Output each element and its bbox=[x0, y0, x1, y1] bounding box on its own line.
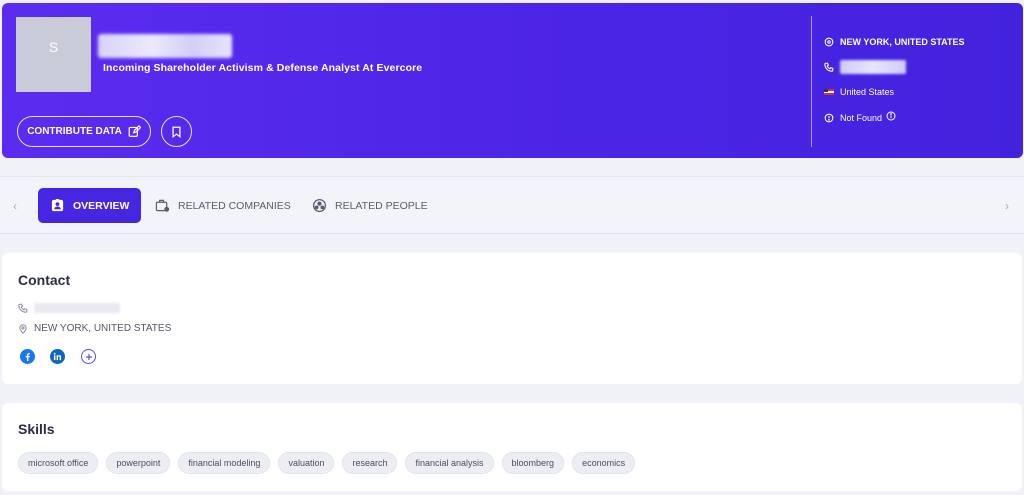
contact-card bbox=[2, 253, 1022, 384]
edit-icon bbox=[128, 125, 141, 137]
linkedin-icon[interactable] bbox=[50, 349, 65, 364]
us-flag-icon bbox=[824, 89, 834, 95]
skills-title: Skills bbox=[18, 421, 55, 437]
tab-overview-label: OVERVIEW bbox=[73, 199, 130, 212]
profile-header: S Incoming Shareholder Activism & Defens… bbox=[2, 3, 1023, 158]
tab-related-people[interactable]: RELATED PEOPLE bbox=[312, 188, 428, 223]
avatar: S bbox=[16, 17, 91, 92]
profile-headline: Incoming Shareholder Activism & Defense … bbox=[103, 62, 423, 74]
header-phone bbox=[824, 60, 906, 74]
header-location: NEW YORK, UNITED STATES bbox=[824, 37, 965, 47]
facebook-icon[interactable] bbox=[20, 349, 35, 364]
skill-chip[interactable]: economics bbox=[572, 452, 636, 474]
skill-chip[interactable]: financial modeling bbox=[178, 452, 271, 474]
contact-phone-redacted bbox=[34, 303, 120, 313]
contact-title: Contact bbox=[18, 272, 71, 288]
location-pin-icon bbox=[19, 323, 27, 334]
info-icon[interactable] bbox=[886, 110, 896, 121]
bookmark-icon bbox=[172, 126, 181, 138]
email-status-text: Not Found bbox=[840, 113, 883, 123]
avatar-initial: S bbox=[48, 38, 59, 55]
contact-location-text: NEW YORK, UNITED STATES bbox=[34, 323, 172, 334]
tab-overview[interactable]: OVERVIEW bbox=[38, 188, 142, 223]
skill-chip[interactable]: research bbox=[342, 452, 398, 474]
contribute-data-label: CONTRIBUTE DATA bbox=[27, 126, 122, 137]
skill-chip[interactable]: valuation bbox=[278, 452, 335, 474]
skill-chip[interactable]: powerpoint bbox=[106, 452, 171, 474]
skill-chip[interactable]: microsoft office bbox=[18, 452, 99, 474]
profile-card-icon bbox=[51, 198, 64, 212]
briefcase-icon bbox=[155, 199, 170, 212]
tab-related-people-label: RELATED PEOPLE bbox=[335, 199, 428, 212]
header-location-text: NEW YORK, UNITED STATES bbox=[840, 37, 965, 47]
bookmark-button[interactable] bbox=[161, 116, 192, 147]
clock-icon bbox=[824, 113, 834, 123]
header-country-text: United States bbox=[840, 87, 895, 97]
tab-related-companies-label: RELATED COMPANIES bbox=[178, 199, 291, 212]
skill-chip[interactable]: bloomberg bbox=[501, 452, 565, 474]
profile-tabs: ‹ OVERVIEW RELATED COMPANIES RELATED PEO… bbox=[0, 176, 1024, 234]
header-country: United States bbox=[824, 87, 894, 97]
tabs-scroll-right-icon[interactable]: › bbox=[1005, 199, 1009, 213]
location-pin-icon bbox=[824, 37, 834, 47]
skills-list: microsoft office powerpoint financial mo… bbox=[18, 452, 636, 474]
header-email-status: Not Found bbox=[824, 110, 896, 123]
linkedin-glyph bbox=[53, 352, 62, 361]
skill-chip[interactable]: financial analysis bbox=[405, 452, 494, 474]
skills-card bbox=[2, 403, 1022, 491]
plus-icon bbox=[85, 353, 92, 360]
contact-location: NEW YORK, UNITED STATES bbox=[18, 323, 171, 334]
people-network-icon bbox=[312, 198, 327, 213]
phone-redacted bbox=[840, 60, 906, 74]
facebook-glyph bbox=[25, 353, 30, 361]
header-divider bbox=[811, 16, 812, 147]
phone-icon bbox=[18, 303, 28, 313]
contact-phone bbox=[18, 303, 120, 313]
tab-related-companies[interactable]: RELATED COMPANIES bbox=[155, 188, 291, 223]
tabs-scroll-left-icon[interactable]: ‹ bbox=[13, 199, 17, 213]
profile-name-redacted bbox=[98, 34, 232, 58]
add-social-button[interactable] bbox=[81, 349, 96, 364]
contribute-data-button[interactable]: CONTRIBUTE DATA bbox=[17, 116, 151, 147]
phone-icon bbox=[824, 62, 834, 72]
